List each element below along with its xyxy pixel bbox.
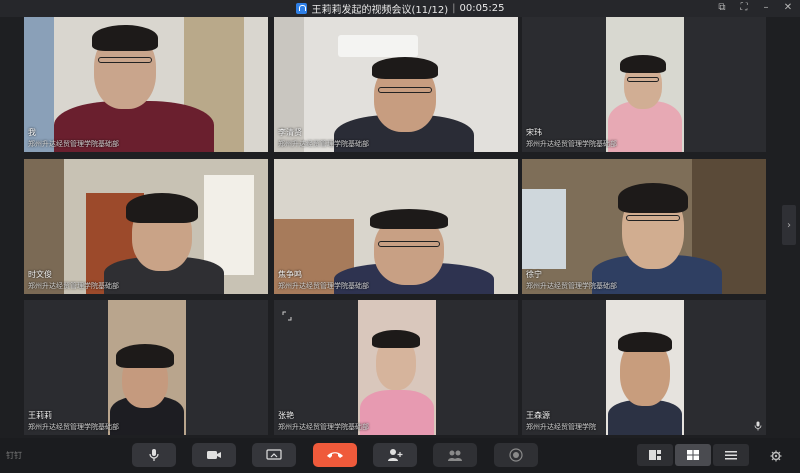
members-icon: [448, 450, 462, 461]
meeting-title: 王莉莉发起的视频会议(11/12): [311, 5, 449, 16]
video-grid: 我 郑州升达经贸管理学院基础部 李清贤 郑州升达经贸管理学院基础部 宋玮 郑州升…: [24, 17, 768, 438]
window-controls: ⧉ ⛶ – ✕: [716, 2, 794, 14]
person-glasses: [626, 215, 680, 221]
participant-org: 郑州升达经贸管理学院基础部: [526, 282, 617, 290]
video-tile[interactable]: 时文俊 郑州升达经贸管理学院基础部: [24, 159, 268, 294]
participant-name: 宋玮: [526, 128, 542, 137]
title-separator: |: [452, 3, 456, 14]
person-glasses: [98, 57, 152, 63]
mic-button[interactable]: [132, 443, 176, 467]
person-glasses: [378, 87, 432, 93]
fullscreen-icon[interactable]: ⛶: [738, 2, 750, 14]
app-logo: 钉钉: [6, 451, 22, 460]
video-tile[interactable]: 王森源 郑州升达经贸管理学院: [522, 300, 766, 435]
person-hair: [116, 344, 174, 368]
lock-icon: [295, 3, 307, 14]
air-conditioner: [338, 35, 418, 57]
participant-org: 郑州升达经贸管理学院基础部: [28, 140, 119, 148]
grid-layout-icon: [687, 450, 699, 460]
members-button[interactable]: [433, 443, 477, 467]
mic-status-icon: [754, 421, 762, 431]
participant-name: 焦争鸣: [278, 270, 302, 279]
participant-org: 郑州升达经贸管理学院基础部: [28, 423, 119, 431]
person-body: [360, 390, 434, 435]
layout-switcher: [637, 444, 749, 466]
participant-name: 徐宁: [526, 270, 542, 279]
person-hair: [370, 209, 448, 229]
person-hair: [618, 183, 688, 213]
record-icon: [509, 448, 523, 462]
participant-name: 李清贤: [278, 128, 302, 137]
screen-share-button[interactable]: [252, 443, 296, 467]
participant-name: 张艳: [278, 411, 294, 420]
video-tile[interactable]: 李清贤 郑州升达经贸管理学院基础部: [274, 17, 518, 152]
person-glasses: [378, 241, 440, 247]
hang-up-button[interactable]: [313, 443, 357, 467]
person-hair: [126, 193, 198, 223]
camera-icon: [207, 451, 221, 459]
list-layout-icon: [725, 451, 737, 460]
meeting-timer: 00:05:25: [459, 3, 505, 14]
video-tile[interactable]: 张艳 郑州升达经贸管理学院基础部: [274, 300, 518, 435]
participant-org: 郑州升达经贸管理学院基础部: [28, 282, 119, 290]
title-bar: 王莉莉发起的视频会议(11/12) | 00:05:25: [0, 0, 800, 17]
grid-layout-button[interactable]: [675, 444, 711, 466]
person-glasses: [627, 77, 659, 82]
next-page-arrow[interactable]: ›: [782, 205, 796, 245]
window: [522, 189, 566, 269]
mic-icon: [149, 449, 159, 461]
add-member-button[interactable]: [373, 443, 417, 467]
close-icon[interactable]: ✕: [782, 2, 794, 14]
speaker-layout-button[interactable]: [637, 444, 673, 466]
participant-name: 我: [28, 128, 36, 137]
video-tile[interactable]: 焦争鸣 郑州升达经贸管理学院基础部: [274, 159, 518, 294]
video-tile[interactable]: 王莉莉 郑州升达经贸管理学院基础部: [24, 300, 268, 435]
participant-name: 王森源: [526, 411, 550, 420]
participant-org: 郑州升达经贸管理学院基础部: [526, 140, 617, 148]
list-layout-button[interactable]: [713, 444, 749, 466]
cabinet: [204, 175, 254, 275]
participant-org: 郑州升达经贸管理学院基础部: [278, 282, 369, 290]
person-hair: [372, 330, 420, 348]
record-button[interactable]: [494, 443, 538, 467]
participant-org: 郑州升达经贸管理学院: [526, 423, 596, 431]
camera-button[interactable]: [192, 443, 236, 467]
participant-org: 郑州升达经贸管理学院基础部: [278, 140, 369, 148]
control-toolbar: 钉钉: [0, 438, 800, 473]
minimize-icon[interactable]: –: [760, 2, 772, 14]
participant-name: 王莉莉: [28, 411, 52, 420]
pin-icon[interactable]: ⧉: [716, 2, 728, 14]
video-tile[interactable]: 我 郑州升达经贸管理学院基础部: [24, 17, 268, 152]
add-member-icon: [388, 449, 403, 461]
person-hair: [92, 25, 158, 51]
screen-share-icon: [266, 449, 282, 460]
video-tile[interactable]: 宋玮 郑州升达经贸管理学院基础部: [522, 17, 766, 152]
person-hair: [618, 332, 672, 352]
participant-name: 时文俊: [28, 270, 52, 279]
video-tile[interactable]: 徐宁 郑州升达经贸管理学院基础部: [522, 159, 766, 294]
person-hair: [620, 55, 666, 73]
person-hair: [372, 57, 438, 79]
participant-org: 郑州升达经贸管理学院基础部: [278, 423, 369, 431]
speaker-layout-icon: [649, 450, 661, 460]
settings-gear-icon[interactable]: [770, 450, 782, 462]
expand-icon[interactable]: [282, 306, 292, 321]
hang-up-icon: [327, 452, 343, 458]
